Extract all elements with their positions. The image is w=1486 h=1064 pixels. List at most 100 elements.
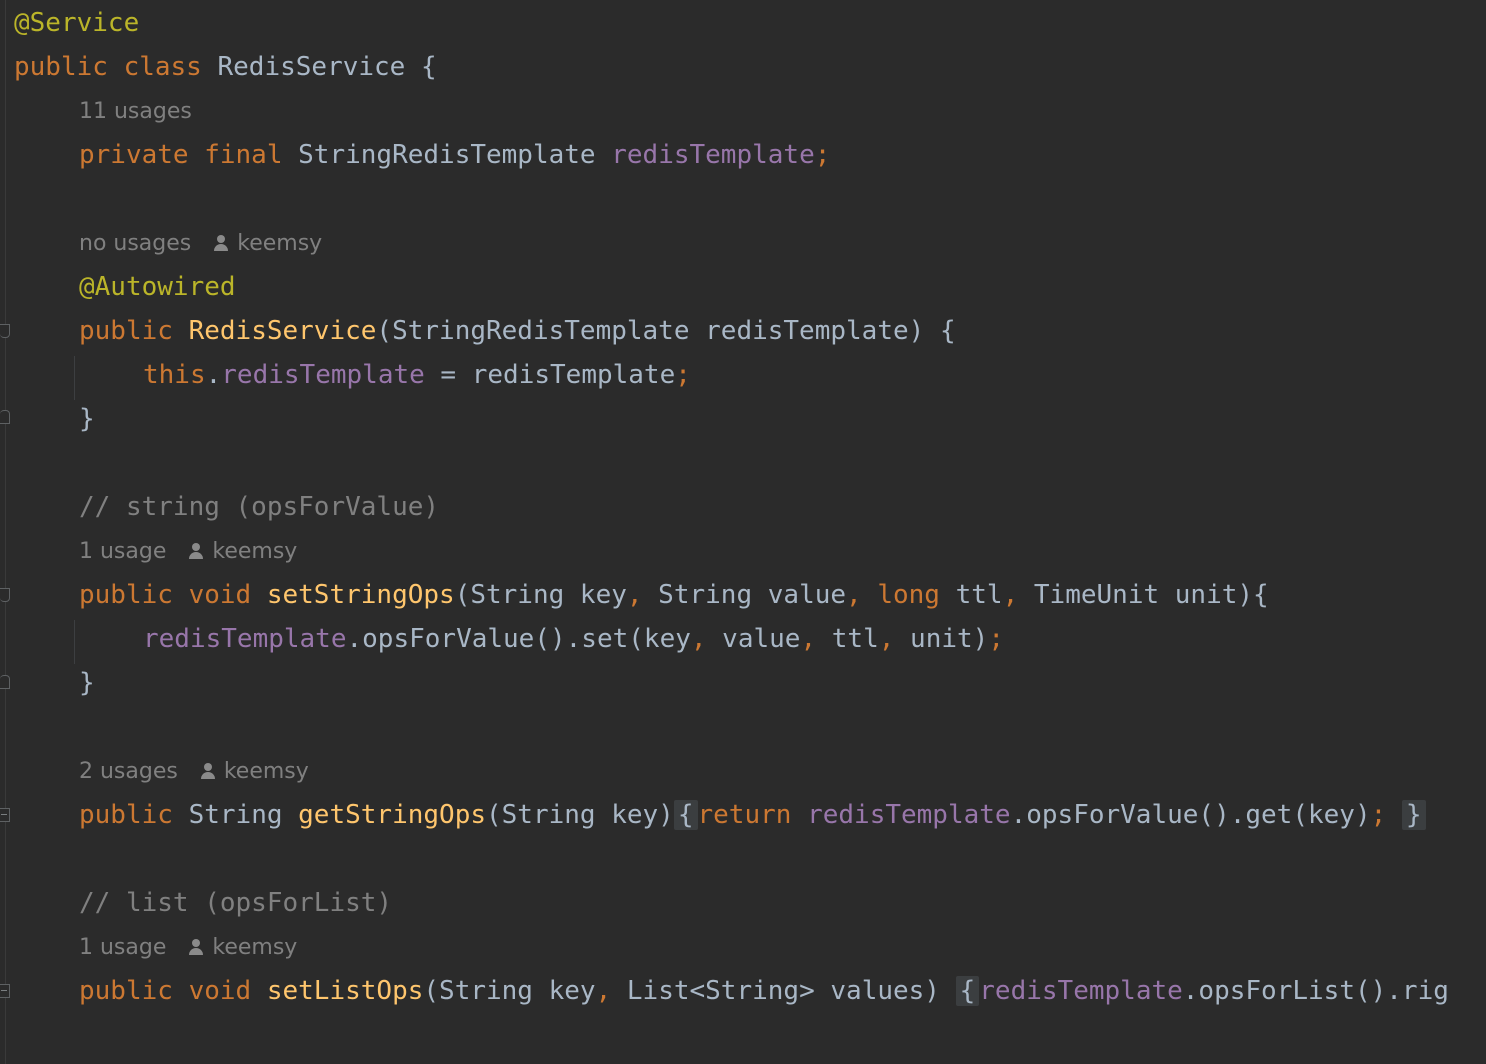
parameter[interactable]: (String key [423, 976, 595, 1006]
annotation-service[interactable]: @Service [14, 8, 139, 38]
method-call[interactable]: .opsForValue().get(key) [1011, 800, 1371, 830]
semicolon: ; [814, 140, 831, 170]
indent-guide [74, 356, 75, 400]
usages-hint[interactable]: 2 usages keemsy [79, 758, 309, 786]
argument[interactable]: unit) [894, 624, 988, 654]
comment[interactable]: // string (opsForValue) [79, 492, 439, 522]
fold-marker-setstringops-end[interactable] [0, 675, 10, 689]
field-name[interactable]: redisTemplate [979, 976, 1183, 1006]
code-line[interactable]: private final StringRedisTemplate redisT… [79, 140, 830, 170]
keyword[interactable]: public void [79, 580, 251, 610]
argument[interactable]: value [707, 624, 800, 654]
comma: , [800, 624, 817, 654]
code-line[interactable]: public String getStringOps(String key){r… [79, 800, 1426, 830]
keyword[interactable]: public [79, 800, 173, 830]
field-name[interactable]: redisTemplate [807, 800, 1011, 830]
code-line[interactable]: @Autowired [79, 272, 236, 302]
code-line[interactable]: @Service [14, 8, 139, 38]
usages-hint[interactable]: 1 usage keemsy [79, 538, 297, 566]
usages-hint[interactable]: 11 usages [79, 98, 192, 126]
code-line[interactable]: } [79, 668, 95, 698]
author-hint[interactable]: keemsy [188, 539, 297, 564]
method-call[interactable]: .opsForValue().set(key [347, 624, 691, 654]
code-line[interactable]: // string (opsForValue) [79, 492, 439, 522]
comment[interactable]: // list (opsForList) [79, 888, 392, 918]
fold-marker-constructor-end[interactable] [0, 410, 10, 424]
field-name[interactable]: redisTemplate [611, 140, 815, 170]
code-line[interactable]: // list (opsForList) [79, 888, 392, 918]
fold-marker-getstringops-expand[interactable] [0, 808, 10, 822]
person-icon [188, 543, 204, 559]
annotation-autowired[interactable]: @Autowired [79, 272, 236, 302]
fold-marker-constructor-start[interactable] [0, 324, 10, 338]
author-name[interactable]: keemsy [224, 759, 309, 784]
this-keyword[interactable]: this [143, 360, 206, 390]
parameter[interactable]: TimeUnit unit){ [1018, 580, 1269, 610]
author-hint[interactable]: keemsy [188, 935, 297, 960]
usages-hint[interactable]: 1 usage keemsy [79, 934, 297, 962]
comma: , [1002, 580, 1019, 610]
editor-gutter[interactable] [0, 0, 12, 1064]
folded-brace-close[interactable]: } [1401, 800, 1426, 830]
usages-count[interactable]: 2 usages [79, 759, 178, 784]
author-hint[interactable]: keemsy [213, 231, 322, 256]
field-name[interactable]: redisTemplate [143, 624, 347, 654]
class-name[interactable]: RedisService [218, 52, 406, 82]
comma: , [846, 580, 862, 610]
field-name[interactable]: redisTemplate [221, 360, 425, 390]
code-line[interactable]: redisTemplate.opsForValue().set(key, val… [143, 624, 1004, 654]
assignment[interactable]: = redisTemplate [425, 360, 675, 390]
keyword[interactable]: public class [14, 52, 202, 82]
dot: . [205, 360, 222, 390]
keyword[interactable]: private final [79, 140, 283, 170]
fold-marker-setstringops-start[interactable] [0, 588, 10, 602]
type-name[interactable]: StringRedisTemplate [298, 140, 595, 170]
person-icon [200, 763, 216, 779]
semicolon: ; [675, 360, 691, 390]
parameter[interactable]: (String key [455, 580, 627, 610]
method-name[interactable]: setStringOps [267, 580, 455, 610]
author-name[interactable]: keemsy [237, 231, 322, 256]
code-editor[interactable]: @Service public class RedisService { 11 … [0, 0, 1486, 1064]
person-icon [188, 939, 204, 955]
semicolon: ; [1370, 800, 1387, 830]
return-type[interactable]: String [189, 800, 283, 830]
author-name[interactable]: keemsy [212, 935, 297, 960]
person-icon [213, 235, 229, 251]
indent-guide [74, 620, 75, 664]
usages-count[interactable]: 11 usages [79, 99, 192, 124]
comma: , [690, 624, 707, 654]
argument[interactable]: ttl [816, 624, 879, 654]
parameter[interactable]: List<String> values) [611, 976, 940, 1006]
code-line[interactable]: public class RedisService { [14, 52, 437, 82]
code-line[interactable]: } [79, 404, 95, 434]
author-hint[interactable]: keemsy [200, 759, 309, 784]
keyword[interactable]: public [79, 316, 173, 346]
keyword[interactable]: public void [79, 976, 251, 1006]
folded-brace-open[interactable]: { [673, 800, 698, 830]
usages-hint[interactable]: no usages keemsy [79, 230, 322, 258]
code-line[interactable]: public void setListOps(String key, List<… [79, 976, 1449, 1006]
usages-count[interactable]: 1 usage [79, 539, 166, 564]
code-line[interactable]: public RedisService(StringRedisTemplate … [79, 316, 956, 346]
parameter[interactable]: String value [643, 580, 846, 610]
comma: , [878, 624, 895, 654]
fold-marker-setlistops-expand[interactable] [0, 984, 10, 998]
parameter-list[interactable]: (StringRedisTemplate redisTemplate) { [376, 316, 955, 346]
code-line[interactable]: public void setStringOps(String key, Str… [79, 580, 1269, 610]
comma: , [595, 976, 612, 1006]
method-name[interactable]: getStringOps [298, 800, 486, 830]
constructor-name[interactable]: RedisService [189, 316, 377, 346]
author-name[interactable]: keemsy [212, 539, 297, 564]
return-keyword[interactable]: return [698, 800, 792, 830]
keyword[interactable]: long [877, 580, 940, 610]
code-line[interactable]: this.redisTemplate = redisTemplate; [143, 360, 691, 390]
folded-brace-open[interactable]: { [955, 976, 980, 1006]
usages-count[interactable]: no usages [79, 231, 191, 256]
semicolon: ; [988, 624, 1004, 654]
parameter[interactable]: ttl [940, 580, 1003, 610]
parameter-list[interactable]: (String key) [486, 800, 674, 830]
method-name[interactable]: setListOps [267, 976, 424, 1006]
usages-count[interactable]: 1 usage [79, 935, 166, 960]
method-call[interactable]: .opsForList().rig [1183, 976, 1449, 1006]
